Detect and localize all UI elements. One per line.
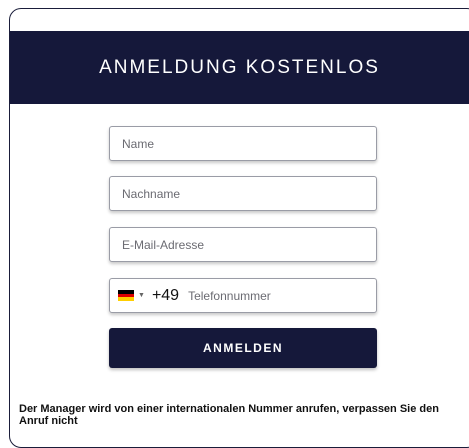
phone-field: ▼ +49 xyxy=(109,278,377,313)
dial-code: +49 xyxy=(151,286,180,304)
signup-button[interactable]: ANMELDEN xyxy=(109,328,377,368)
germany-flag-icon xyxy=(118,290,134,302)
lastname-input[interactable] xyxy=(109,176,377,211)
call-notice: Der Manager wird von einer international… xyxy=(19,403,439,427)
country-code-selector[interactable]: ▼ xyxy=(118,290,145,302)
form-header: ANMELDUNG KOSTENLOS xyxy=(10,31,469,104)
email-input[interactable] xyxy=(109,227,377,262)
name-input[interactable] xyxy=(109,126,377,161)
dropdown-caret-icon: ▼ xyxy=(138,292,145,299)
phone-input[interactable] xyxy=(188,288,339,303)
form-title: ANMELDUNG KOSTENLOS xyxy=(99,56,380,78)
